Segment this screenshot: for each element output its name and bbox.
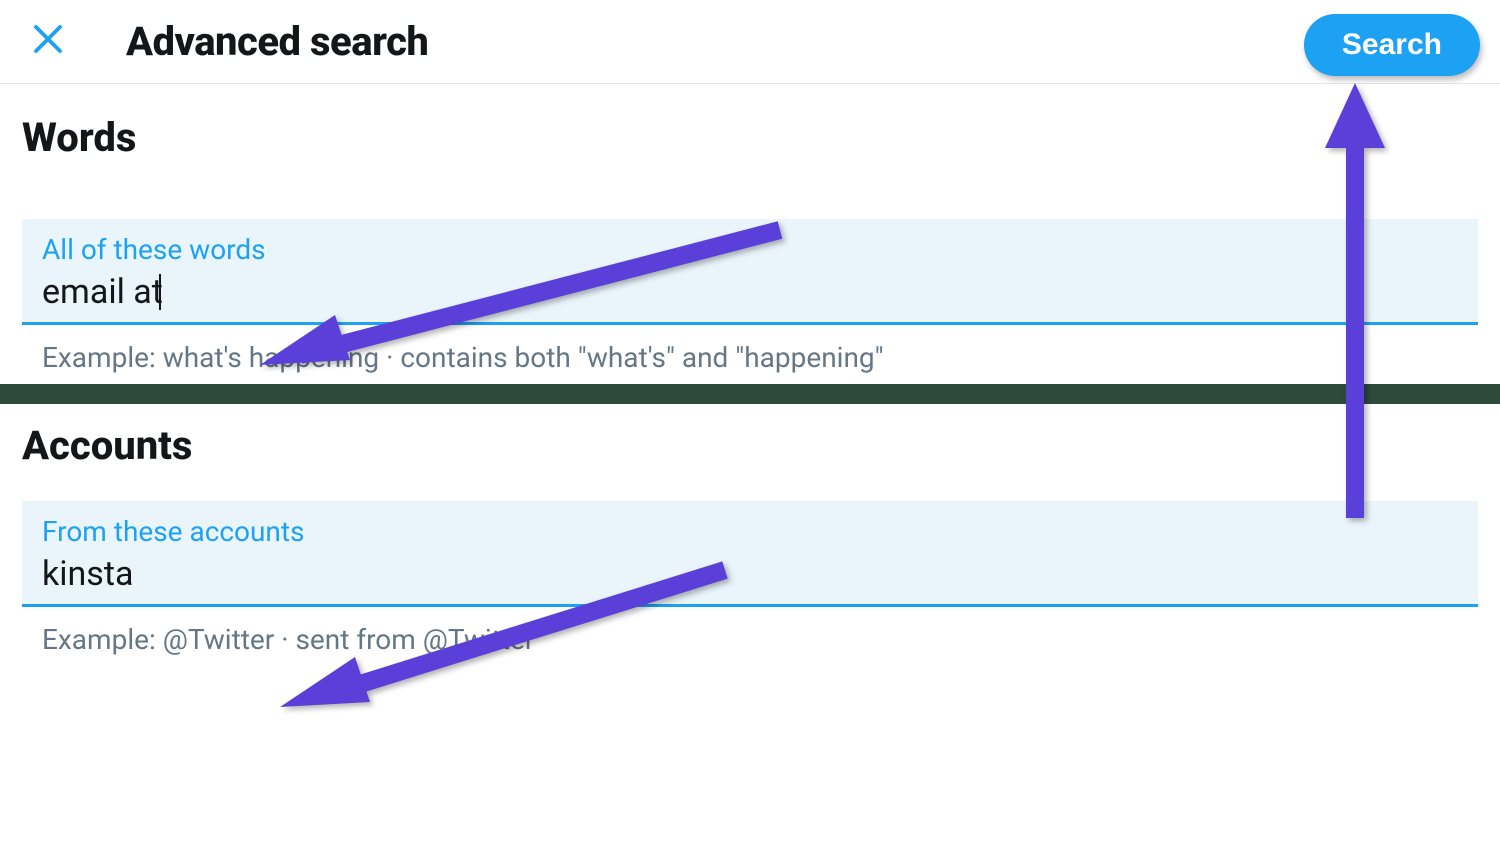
close-icon (30, 21, 66, 57)
all-words-example: Example: what's happening · contains bot… (22, 325, 1478, 384)
all-words-input-group[interactable]: All of these words email at (22, 219, 1478, 325)
from-accounts-input-group[interactable]: From these accounts kinsta (22, 501, 1478, 607)
all-words-label: All of these words (42, 233, 1458, 266)
from-accounts-input[interactable]: kinsta (42, 552, 1458, 596)
words-section: Words All of these words email at Exampl… (0, 84, 1500, 384)
page-title: Advanced search (126, 18, 428, 65)
search-button[interactable]: Search (1304, 14, 1480, 76)
accounts-section: Accounts From these accounts kinsta Exam… (0, 410, 1500, 666)
words-section-title: Words (22, 114, 1478, 161)
from-accounts-value: kinsta (42, 554, 133, 594)
all-words-value: email at (42, 272, 163, 312)
from-accounts-label: From these accounts (42, 515, 1458, 548)
accounts-section-title: Accounts (22, 422, 1478, 469)
from-accounts-example: Example: @Twitter · sent from @Twitter (22, 607, 1478, 666)
section-divider (0, 384, 1500, 404)
modal-header: Advanced search Search (0, 0, 1500, 84)
all-words-input[interactable]: email at (42, 270, 1458, 314)
text-cursor (159, 274, 161, 310)
close-button[interactable] (30, 20, 66, 64)
